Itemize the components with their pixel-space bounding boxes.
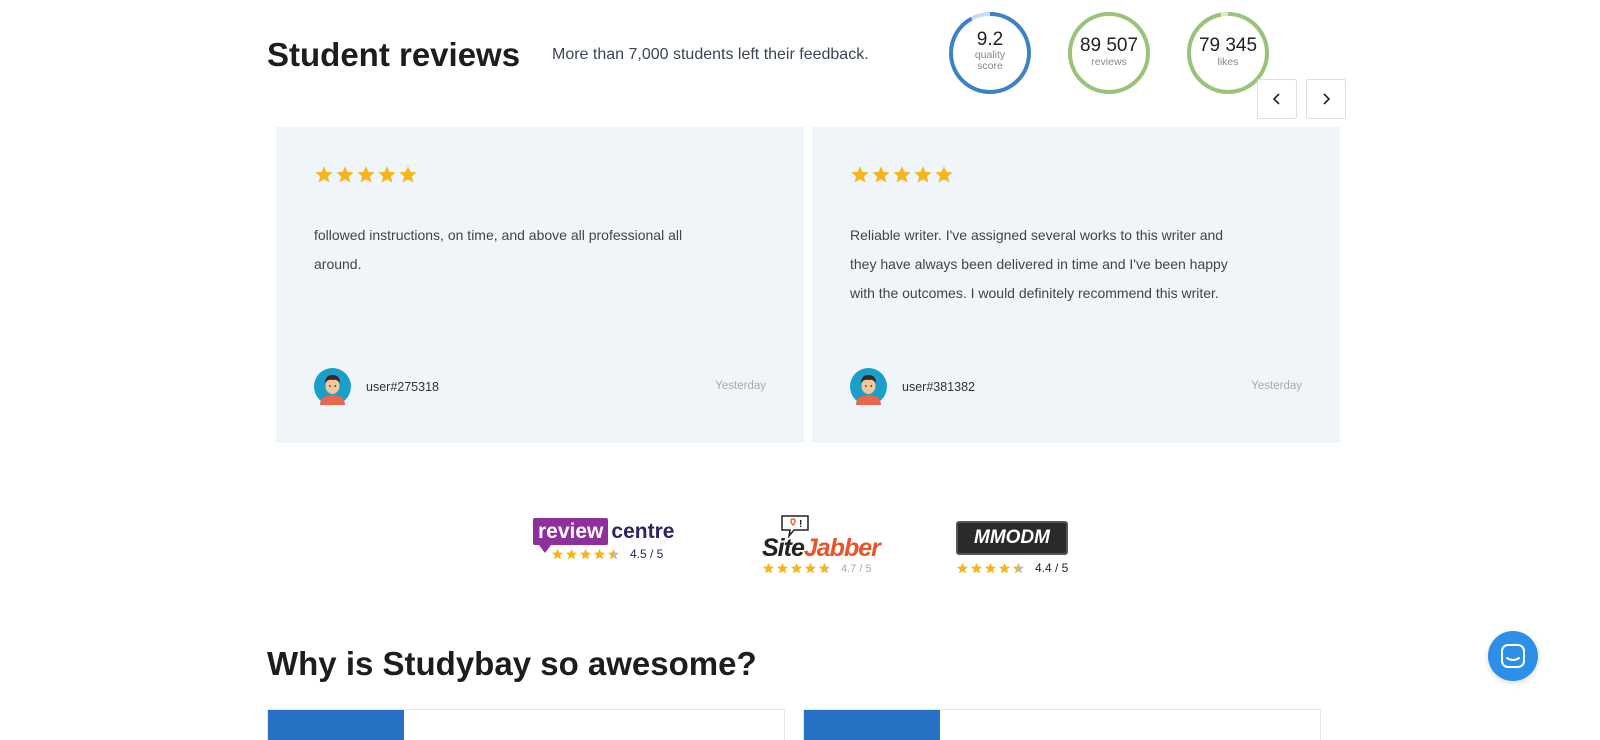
section-title: Student reviews: [267, 36, 521, 73]
rating-stars: [956, 562, 1025, 575]
star-icon: [935, 166, 953, 183]
review-username: user#275318: [366, 380, 439, 394]
why-section-title: Why is Studybay so awesome?: [267, 645, 757, 682]
rating-stars: [314, 165, 418, 185]
feature-card-image: [804, 710, 940, 740]
star-icon: [378, 166, 396, 183]
star-icon: [790, 562, 803, 574]
star-icon: [956, 562, 969, 573]
avatar: [850, 368, 887, 405]
reviews-count-badge: 89 507 reviews: [1067, 11, 1151, 95]
star-icon: [984, 562, 997, 573]
avatar: [314, 368, 351, 405]
reviewcentre-wordmark-badge: review: [533, 518, 609, 545]
star-icon: [893, 166, 911, 183]
sitejabber-rating: 4.7 / 5: [841, 562, 872, 575]
mmodm-wordmark: MMODM: [956, 521, 1068, 555]
sitejabber-wordmark-site: Site: [762, 534, 805, 562]
reviews-count-value: 89 507: [1079, 35, 1139, 56]
quality-score-badge: 9.2 quality score: [948, 11, 1032, 95]
star-icon: [607, 548, 620, 559]
chat-widget-button[interactable]: [1488, 631, 1538, 681]
star-icon: [970, 562, 983, 573]
star-icon: [1012, 562, 1025, 573]
feature-card-image: [268, 710, 404, 740]
star-icon: [762, 562, 775, 574]
star-icon: [851, 166, 869, 183]
feature-card: [803, 709, 1321, 740]
reviews-count-label: reviews: [1091, 56, 1127, 68]
review-card: Reliable writer. I've assigned several w…: [812, 127, 1340, 443]
review-text: followed instructions, on time, and abov…: [314, 227, 683, 272]
reviewcentre-logo[interactable]: review centre 4.5 / 5: [533, 518, 674, 561]
star-icon: [776, 562, 789, 574]
chevron-left-icon: [1272, 93, 1280, 105]
likes-count-value: 79 345: [1198, 35, 1258, 56]
star-icon: [872, 166, 890, 183]
star-icon: [399, 166, 417, 183]
star-icon: [818, 562, 831, 574]
review-card: followed instructions, on time, and abov…: [276, 127, 804, 443]
sitejabber-wordmark-jabber: Jabber: [803, 534, 881, 562]
reviewcentre-wordmark-text: centre: [611, 520, 675, 543]
star-icon: [336, 166, 354, 183]
rating-stars: [762, 562, 831, 575]
next-review-button[interactable]: [1306, 79, 1346, 119]
star-icon: [357, 166, 375, 183]
review-date: Yesterday: [1251, 380, 1302, 392]
review-date: Yesterday: [715, 380, 766, 392]
review-text: Reliable writer. I've assigned several w…: [850, 227, 1228, 301]
section-subtitle: More than 7,000 students left their feed…: [552, 46, 869, 63]
star-icon: [914, 166, 932, 183]
feature-card: [267, 709, 785, 740]
star-icon: [804, 562, 817, 574]
chat-icon: [1501, 644, 1525, 668]
likes-count-label: likes: [1217, 56, 1239, 68]
review-username: user#381382: [902, 380, 975, 394]
mmodm-logo[interactable]: MMODM 4.4 / 5: [956, 521, 1068, 575]
rating-stars: [850, 165, 954, 185]
reviewcentre-rating: 4.5 / 5: [630, 547, 664, 561]
mmodm-rating: 4.4 / 5: [1035, 561, 1069, 575]
star-icon: [315, 166, 333, 183]
prev-review-button[interactable]: [1257, 79, 1297, 119]
star-icon: [998, 562, 1011, 573]
quality-score-value: 9.2: [976, 29, 1004, 50]
chevron-right-icon: [1323, 93, 1331, 105]
quality-score-label: quality score: [974, 49, 1006, 72]
svg-text:!: !: [799, 519, 802, 530]
sitejabber-logo[interactable]: ! SiteJabber 4.7 / 5: [762, 514, 881, 575]
